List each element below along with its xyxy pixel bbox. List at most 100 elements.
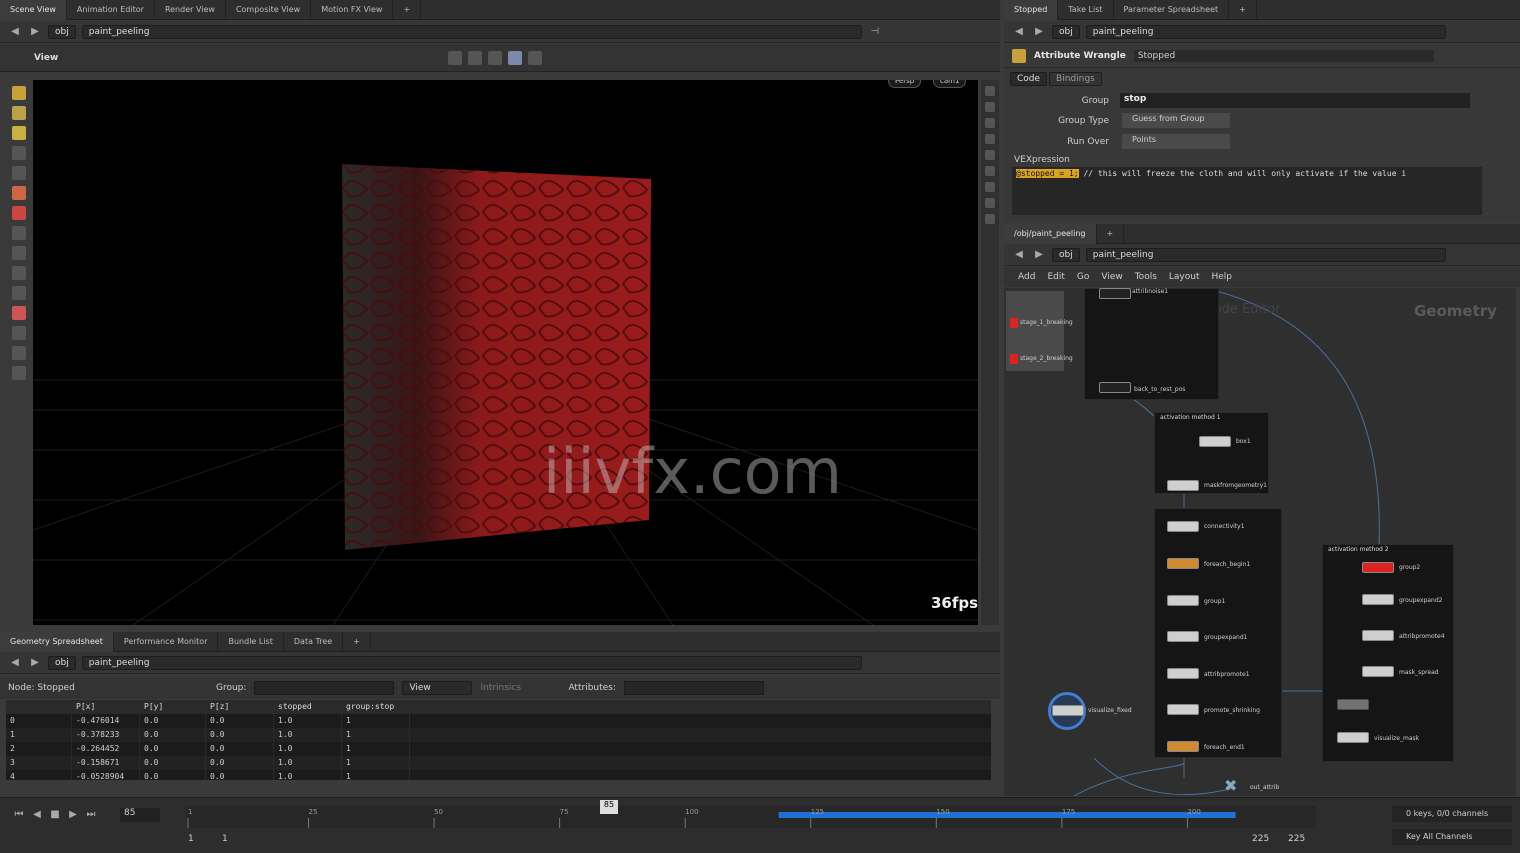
back-arrow-icon[interactable]: ◀ — [8, 656, 22, 670]
menu-edit[interactable]: Edit — [1047, 272, 1064, 282]
playback-start[interactable]: 1 — [222, 834, 228, 844]
node-box1[interactable] — [1199, 436, 1231, 447]
ghost-icon[interactable] — [985, 118, 995, 128]
tab-bundle-list[interactable]: Bundle List — [218, 631, 284, 652]
column-header[interactable]: group:stop — [342, 700, 410, 714]
timeline-track[interactable]: 1 25 50 75 100 125 150 175 200 — [186, 806, 1316, 828]
attributes-filter-field[interactable] — [623, 681, 764, 695]
table-row[interactable]: 1 -0.378233 0.0 0.0 1.0 1 — [6, 728, 991, 742]
play-icon[interactable]: ▶ — [66, 808, 80, 822]
node-connectivity[interactable] — [1167, 521, 1199, 532]
table-row[interactable]: 2 -0.264452 0.0 0.0 1.0 1 — [6, 742, 991, 756]
display-icon[interactable] — [508, 50, 523, 65]
snap-icon[interactable] — [468, 50, 483, 65]
point-option-icon[interactable] — [985, 166, 995, 176]
tab-data-tree[interactable]: Data Tree — [284, 631, 344, 652]
back-arrow-icon[interactable]: ◀ — [1012, 25, 1026, 39]
node-foreach-end[interactable] — [1167, 741, 1199, 752]
keys-readout[interactable]: 0 keys, 0/0 channels — [1392, 806, 1512, 822]
viewport-3d[interactable]: iiivfx.com Persp cam1 36fps — [33, 80, 978, 625]
view-tool-icon[interactable] — [12, 266, 26, 280]
stop-icon[interactable]: ■ — [48, 808, 62, 822]
display-option-icon[interactable] — [985, 86, 995, 96]
menu-add[interactable]: Add — [1018, 272, 1035, 282]
add-spreadsheet-tab-button[interactable]: + — [343, 631, 371, 652]
camera-icon[interactable] — [12, 326, 26, 340]
brush-icon[interactable] — [12, 86, 26, 100]
menu-help[interactable]: Help — [1212, 272, 1233, 282]
node-attribpromote1[interactable] — [1167, 668, 1199, 679]
path-obj[interactable]: obj — [48, 24, 76, 39]
network-editor[interactable]: stage_1_breaking stage_2_breaking Node E… — [1004, 288, 1516, 796]
persp-menu[interactable]: Persp — [888, 80, 922, 88]
normal-option-icon[interactable] — [985, 182, 995, 192]
back-arrow-icon[interactable]: ◀ — [1012, 248, 1026, 262]
add-tab-button[interactable]: + — [1229, 0, 1257, 20]
select-mode-icon[interactable] — [448, 50, 463, 65]
path-node[interactable]: paint_peeling — [81, 24, 862, 39]
node-group1[interactable] — [1167, 595, 1199, 606]
group-filter-field[interactable] — [254, 681, 395, 695]
node-groupexpand2[interactable] — [1362, 594, 1394, 605]
path-node[interactable]: paint_peeling — [1085, 24, 1446, 39]
tab-bindings[interactable]: Bindings — [1049, 72, 1102, 86]
table-row[interactable]: 4 -0.0528904 0.0 0.0 1.0 1 — [6, 770, 991, 780]
node-foreach-begin[interactable] — [1167, 558, 1199, 569]
playback-end[interactable]: 225 — [1252, 834, 1269, 844]
lock-icon[interactable] — [985, 102, 995, 112]
forward-arrow-icon[interactable]: ▶ — [1032, 248, 1046, 262]
path-obj[interactable]: obj — [1052, 24, 1080, 39]
table-row[interactable]: 0 -0.476014 0.0 0.0 1.0 1 — [6, 714, 991, 728]
handle-icon[interactable] — [488, 50, 503, 65]
geo-option-icon[interactable] — [985, 150, 995, 160]
add-tab-button[interactable]: + — [1097, 223, 1125, 244]
key-all-channels-button[interactable]: Key All Channels — [1392, 829, 1512, 845]
step-back-icon[interactable]: ◀ — [30, 808, 44, 822]
tab-scene-view[interactable]: Scene View — [0, 0, 67, 20]
column-header[interactable]: P[z] — [206, 700, 274, 714]
network-box-activation2[interactable] — [1322, 544, 1454, 762]
frame-option-icon[interactable] — [985, 198, 995, 208]
node-mask-spread[interactable] — [1362, 666, 1394, 677]
node-promote-shrinking[interactable] — [1167, 704, 1199, 715]
pin-icon[interactable]: ⊣ — [868, 25, 882, 39]
path-node[interactable]: paint_peeling — [1085, 247, 1446, 262]
scale-icon[interactable] — [12, 206, 26, 220]
group-type-dropdown[interactable]: Guess from Group — [1122, 113, 1230, 128]
start-frame[interactable]: 1 — [188, 834, 194, 844]
back-arrow-icon[interactable]: ◀ — [8, 25, 22, 39]
paint-icon[interactable] — [12, 106, 26, 120]
column-header[interactable] — [6, 700, 72, 714]
magnet-red-icon[interactable] — [12, 306, 26, 320]
tab-animation-editor[interactable]: Animation Editor — [67, 0, 155, 20]
node-visualize-mask[interactable] — [1337, 732, 1369, 743]
flipbook-icon[interactable] — [12, 366, 26, 380]
tab-network-path[interactable]: /obj/paint_peeling — [1004, 223, 1097, 244]
sculpt-icon[interactable] — [12, 126, 26, 140]
view-dropdown[interactable]: View — [402, 681, 473, 695]
tab-motion-fx-view[interactable]: Motion FX View — [311, 0, 394, 20]
step-forward-icon[interactable]: ⏭ — [84, 808, 98, 822]
column-header[interactable]: P[x] — [72, 700, 140, 714]
tab-parameter-spreadsheet[interactable]: Parameter Spreadsheet — [1114, 0, 1230, 20]
node-bypassed[interactable] — [1337, 699, 1369, 710]
tab-render-view[interactable]: Render View — [155, 0, 226, 20]
tab-code[interactable]: Code — [1010, 72, 1048, 86]
magnet-icon[interactable] — [12, 286, 26, 300]
intrinsics-dropdown[interactable]: Intrinsics — [480, 683, 560, 693]
camera-menu[interactable]: cam1 — [933, 80, 967, 88]
tab-composite-view[interactable]: Composite View — [226, 0, 312, 20]
run-over-dropdown[interactable]: Points — [1122, 134, 1230, 149]
node-group2[interactable] — [1362, 562, 1394, 573]
node-back-to-rest[interactable] — [1099, 382, 1131, 393]
shade-icon[interactable] — [528, 50, 543, 65]
arrow-select-icon[interactable] — [12, 146, 26, 160]
out-attrib-icon[interactable]: ✖ — [1224, 778, 1244, 794]
node-visualize-fixed[interactable] — [1052, 705, 1084, 716]
tab-take-list[interactable]: Take List — [1058, 0, 1114, 20]
menu-go[interactable]: Go — [1077, 272, 1089, 282]
light-option-icon[interactable] — [985, 134, 995, 144]
forward-arrow-icon[interactable]: ▶ — [28, 25, 42, 39]
add-tab-button[interactable]: + — [393, 0, 422, 20]
tab-performance-monitor[interactable]: Performance Monitor — [114, 631, 219, 652]
